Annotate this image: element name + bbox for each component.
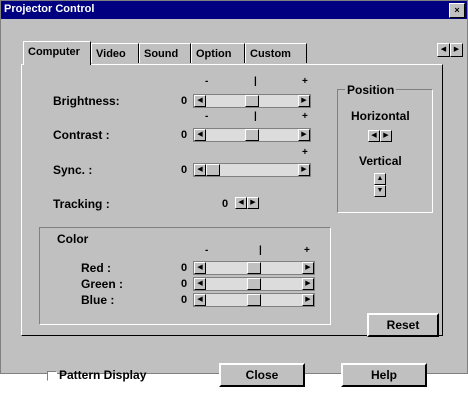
arrow-left-icon[interactable]: ◀: [194, 294, 206, 306]
tab-option[interactable]: Option: [191, 43, 245, 63]
slider-thumb[interactable]: [245, 129, 259, 141]
arrow-left-icon[interactable]: ◀: [194, 262, 206, 274]
contrast-value: 0: [181, 129, 188, 141]
tracking-label: Tracking :: [53, 197, 110, 211]
contrast-minus-mark: -: [205, 111, 209, 122]
brightness-plus-mark: +: [302, 76, 308, 87]
vertical-down-icon[interactable]: ▼: [374, 185, 386, 197]
horizontal-left-icon[interactable]: ◀: [368, 130, 380, 142]
slider-thumb[interactable]: [247, 278, 261, 290]
red-value: 0: [181, 262, 188, 274]
reset-button[interactable]: Reset: [367, 313, 439, 337]
blue-value: 0: [181, 294, 188, 306]
slider-thumb[interactable]: [247, 262, 261, 274]
vertical-label: Vertical: [359, 154, 402, 168]
brightness-center-mark: |: [254, 76, 257, 87]
brightness-minus-mark: -: [205, 76, 209, 87]
color-plus-mark: +: [304, 245, 310, 256]
tracking-value: 0: [222, 198, 229, 210]
arrow-right-icon[interactable]: ▶: [298, 95, 310, 107]
sync-slider[interactable]: ◀ ▶: [193, 163, 311, 177]
tab-computer[interactable]: Computer: [23, 41, 91, 65]
window-title: Projector Control: [4, 3, 95, 15]
brightness-label: Brightness:: [53, 94, 120, 108]
sync-value: 0: [181, 164, 188, 176]
slider-thumb[interactable]: [247, 294, 261, 306]
arrow-left-icon[interactable]: ◀: [194, 278, 206, 290]
contrast-center-mark: |: [254, 111, 257, 122]
slider-thumb[interactable]: [206, 164, 220, 176]
green-label: Green :: [81, 277, 124, 291]
tab-video[interactable]: Video: [91, 43, 139, 63]
tab-scroll: ◀ ▶: [437, 43, 467, 61]
color-minus-mark: -: [205, 245, 209, 256]
slider-thumb[interactable]: [245, 95, 259, 107]
horizontal-right-icon[interactable]: ▶: [380, 130, 392, 142]
vertical-up-icon[interactable]: ▲: [374, 173, 386, 185]
help-button[interactable]: Help: [341, 363, 427, 387]
brightness-slider[interactable]: ◀ ▶: [193, 94, 311, 108]
contrast-plus-mark: +: [302, 111, 308, 122]
color-center-mark: |: [259, 245, 262, 256]
tab-scroll-right-icon[interactable]: ▶: [450, 43, 463, 57]
arrow-right-icon[interactable]: ▶: [302, 262, 314, 274]
color-group-title: Color: [57, 232, 89, 246]
arrow-right-icon[interactable]: ▶: [302, 278, 314, 290]
pattern-display-label: Pattern Display: [59, 368, 147, 382]
red-label: Red :: [81, 261, 111, 275]
position-group-title: Position: [345, 83, 397, 97]
tracking-right-icon[interactable]: ▶: [247, 197, 259, 209]
tab-custom[interactable]: Custom: [245, 43, 307, 63]
blue-label: Blue :: [81, 293, 115, 307]
arrow-right-icon[interactable]: ▶: [298, 129, 310, 141]
pattern-display-checkbox[interactable]: [47, 371, 57, 381]
projector-control-window: Projector Control × Computer Video Sound…: [0, 0, 468, 387]
arrow-left-icon[interactable]: ◀: [194, 95, 206, 107]
title-bar: Projector Control ×: [1, 1, 467, 19]
contrast-label: Contrast :: [53, 128, 110, 142]
arrow-left-icon[interactable]: ◀: [194, 129, 206, 141]
green-value: 0: [181, 278, 188, 290]
tab-scroll-left-icon[interactable]: ◀: [437, 43, 450, 57]
tab-sound[interactable]: Sound: [139, 43, 191, 63]
tracking-left-icon[interactable]: ◀: [235, 197, 247, 209]
sync-label: Sync. :: [53, 163, 93, 177]
sync-plus-mark: +: [302, 147, 308, 158]
close-button[interactable]: Close: [219, 363, 305, 387]
red-slider[interactable]: ◀ ▶: [193, 261, 315, 275]
contrast-slider[interactable]: ◀ ▶: [193, 128, 311, 142]
horizontal-label: Horizontal: [351, 109, 410, 123]
arrow-right-icon[interactable]: ▶: [298, 164, 310, 176]
close-window-icon[interactable]: ×: [449, 3, 465, 18]
arrow-right-icon[interactable]: ▶: [302, 294, 314, 306]
green-slider[interactable]: ◀ ▶: [193, 277, 315, 291]
blue-slider[interactable]: ◀ ▶: [193, 293, 315, 307]
arrow-left-icon[interactable]: ◀: [194, 164, 206, 176]
brightness-value: 0: [181, 95, 188, 107]
